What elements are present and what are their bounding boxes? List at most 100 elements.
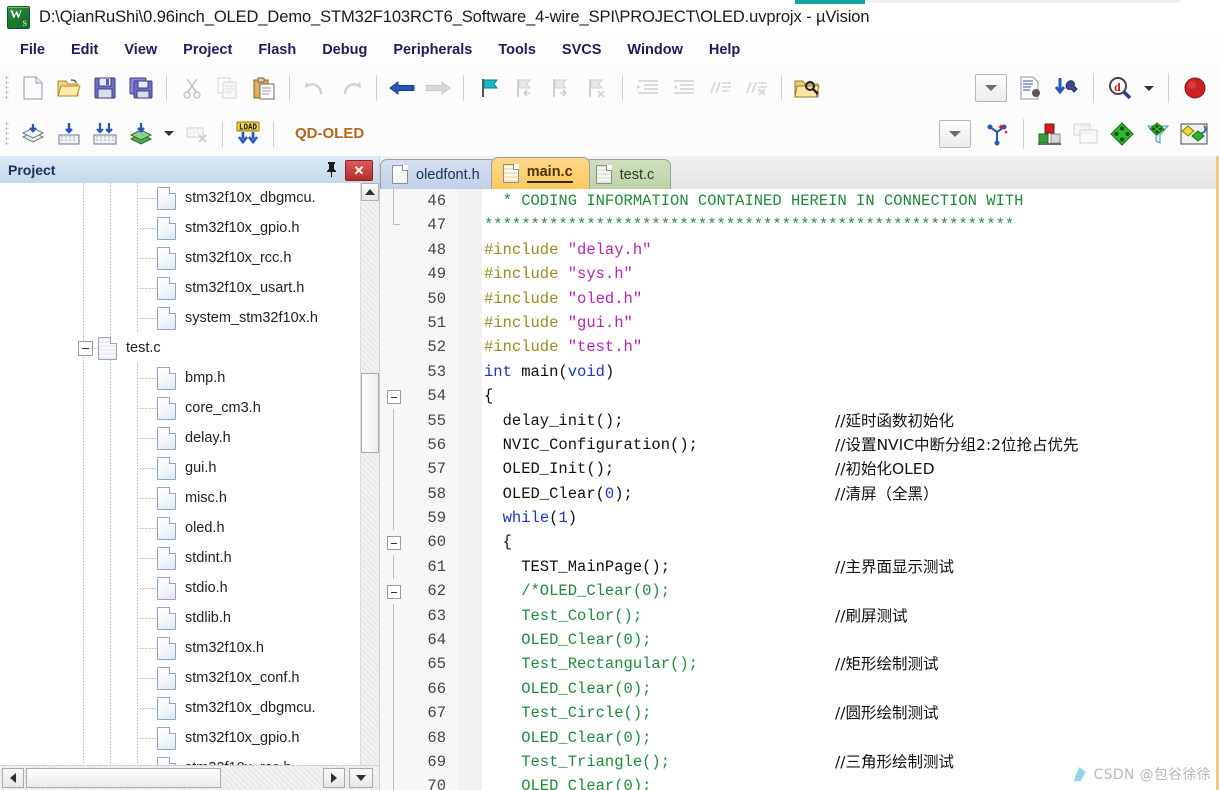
rebuild-button[interactable]: [87, 116, 123, 152]
download-button[interactable]: LOAD: [230, 116, 266, 152]
scroll-down-button[interactable]: [349, 768, 373, 788]
code-line[interactable]: 59 while(1): [380, 506, 1219, 531]
stop-build-button[interactable]: [1177, 70, 1213, 106]
code-line[interactable]: 50 #include "oled.h": [380, 287, 1219, 311]
manage-components-button[interactable]: [1032, 116, 1068, 152]
pack-installer-button[interactable]: [1104, 116, 1140, 152]
bookmark-next-button[interactable]: [543, 70, 579, 106]
tree-item[interactable]: stdint.h: [0, 543, 361, 573]
toolbar-grip[interactable]: [5, 75, 9, 101]
bookmark-clear-button[interactable]: [579, 70, 615, 106]
target-select[interactable]: QD-OLED: [289, 120, 370, 148]
tree-item[interactable]: delay.h: [0, 423, 361, 453]
debug-download-button[interactable]: [1049, 70, 1085, 106]
fold-collapse-box[interactable]: [387, 536, 401, 551]
code-line[interactable]: 61 TEST_MainPage(); //主界面显示测试: [380, 554, 1219, 580]
code-line[interactable]: 68 OLED_Clear(0);: [380, 725, 1219, 750]
tree-item[interactable]: stm32f10x_gpio.h: [0, 213, 361, 243]
find-zoom-button[interactable]: d: [1102, 70, 1138, 106]
project-tree-vertical-scrollbar[interactable]: [360, 183, 379, 766]
tree-item[interactable]: stm32f10x_usart.h: [0, 273, 361, 303]
scroll-left-button[interactable]: [2, 768, 24, 788]
tree-item[interactable]: stm32f10x_dbgmcu.: [0, 693, 361, 723]
fold-collapse-box[interactable]: [387, 390, 401, 405]
code-line[interactable]: 60 {: [380, 530, 1219, 554]
indent-right-button[interactable]: [630, 70, 666, 106]
toolbar-dropdown-button[interactable]: [975, 74, 1007, 102]
code-line[interactable]: 66 OLED_Clear(0);: [380, 676, 1219, 702]
open-file-button[interactable]: [51, 70, 87, 106]
comment-button[interactable]: [702, 70, 738, 106]
code-line[interactable]: 57 OLED_Init(); //初始化OLED: [380, 457, 1219, 482]
tree-item[interactable]: bmp.h: [0, 363, 361, 393]
tab-test-c[interactable]: test.c: [583, 159, 672, 189]
save-all-button[interactable]: [123, 70, 159, 106]
code-editor[interactable]: 46 * CODING INFORMATION CONTAINED HEREIN…: [380, 189, 1219, 790]
multi-project-button[interactable]: [1068, 116, 1104, 152]
tree-item[interactable]: stm32f10x_dbgmcu.: [0, 183, 361, 213]
navigate-back-button[interactable]: [384, 70, 420, 106]
redo-button[interactable]: [333, 70, 369, 106]
code-line[interactable]: 65 Test_Rectangular(); //矩形绘制测试: [380, 652, 1219, 677]
project-tree[interactable]: stm32f10x_dbgmcu. stm32f10x_gpio.h stm32f1…: [0, 183, 361, 766]
tree-item[interactable]: oled.h: [0, 513, 361, 543]
scrollbar-thumb[interactable]: [361, 373, 379, 453]
bookmark-prev-button[interactable]: [507, 70, 543, 106]
code-content[interactable]: 46 * CODING INFORMATION CONTAINED HEREIN…: [380, 189, 1219, 790]
tree-item[interactable]: core_cm3.h: [0, 393, 361, 423]
target-dropdown-button[interactable]: [939, 119, 971, 148]
new-file-button[interactable]: [15, 70, 51, 106]
code-line[interactable]: 64 OLED_Clear(0);: [380, 628, 1219, 653]
bookmark-toggle-button[interactable]: [471, 70, 507, 106]
menu-debug[interactable]: Debug: [310, 39, 379, 61]
build-toolbar-grip[interactable]: [5, 120, 9, 147]
paste-button[interactable]: [246, 70, 282, 106]
navigate-forward-button[interactable]: [420, 70, 456, 106]
tab-oledfont-h[interactable]: oledfont.h: [380, 159, 497, 189]
code-line[interactable]: 58 OLED_Clear(0); //清屏（全黑）: [380, 481, 1219, 507]
scroll-right-button[interactable]: [323, 768, 345, 788]
tree-item[interactable]: stm32f10x_gpio.h: [0, 723, 361, 753]
code-line[interactable]: 63 Test_Color(); //刷屏测试: [380, 603, 1219, 629]
code-line[interactable]: 56 NVIC_Configuration(); //设置NVIC中断分组2:2位…: [380, 432, 1219, 458]
tree-item[interactable]: gui.h: [0, 453, 361, 483]
configure-target-button[interactable]: [1013, 70, 1049, 106]
menu-file[interactable]: File: [8, 39, 57, 61]
code-line[interactable]: 54{: [380, 384, 1219, 408]
menu-help[interactable]: Help: [697, 39, 752, 61]
menu-project[interactable]: Project: [171, 39, 244, 61]
undo-button[interactable]: [297, 70, 333, 106]
menu-tools[interactable]: Tools: [486, 39, 548, 61]
tree-item[interactable]: stm32f10x_conf.h: [0, 663, 361, 693]
tree-item[interactable]: stdlib.h: [0, 603, 361, 633]
code-line[interactable]: 52 #include "test.h": [380, 335, 1219, 359]
tree-item[interactable]: stm32f10x.h: [0, 633, 361, 663]
build-button[interactable]: [51, 116, 87, 152]
code-line[interactable]: 46 * CODING INFORMATION CONTAINED HEREIN…: [380, 189, 1219, 214]
pack-filter-button[interactable]: [1140, 116, 1176, 152]
code-line[interactable]: 55 delay_init(); //延时函数初始化: [380, 408, 1219, 433]
tree-item[interactable]: stm32f10x_rcc.h: [0, 243, 361, 273]
pin-icon[interactable]: [322, 160, 340, 178]
stop-build-button-2[interactable]: [179, 116, 215, 152]
save-button[interactable]: [87, 70, 123, 106]
find-zoom-dropdown[interactable]: [1138, 70, 1160, 106]
target-options-button[interactable]: [979, 116, 1015, 152]
scroll-up-button[interactable]: [361, 183, 379, 201]
uncomment-button[interactable]: [738, 70, 774, 106]
menu-window[interactable]: Window: [615, 39, 694, 61]
code-line[interactable]: 53 int main(void): [380, 360, 1219, 384]
code-line[interactable]: 49 #include "sys.h": [380, 262, 1219, 286]
tree-item[interactable]: test.c: [0, 333, 361, 363]
project-tree-horizontal-scrollbar[interactable]: [0, 765, 379, 790]
code-line[interactable]: 67 Test_Circle(); //圆形绘制测试: [380, 701, 1219, 726]
tab-main-c[interactable]: main.c: [490, 157, 590, 189]
manage-run-environment-button[interactable]: [1176, 116, 1212, 152]
code-line[interactable]: 62 /*OLED_Clear(0);: [380, 579, 1219, 603]
tree-item[interactable]: stdio.h: [0, 573, 361, 603]
batch-build-button[interactable]: [123, 116, 159, 152]
translate-button[interactable]: [15, 116, 51, 152]
menu-flash[interactable]: Flash: [246, 39, 308, 61]
find-in-files-button[interactable]: [789, 70, 825, 106]
menu-svcs[interactable]: SVCS: [550, 39, 614, 61]
